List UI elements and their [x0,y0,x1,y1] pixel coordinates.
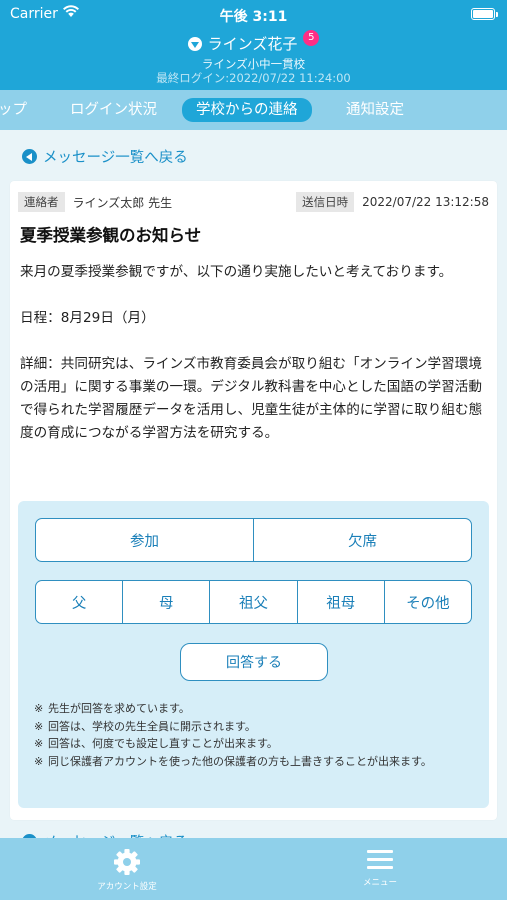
message-paragraph: 詳細：共同研究は、ラインズ市教育委員会が取り組む「オンライン学習環境の活用」に関… [20,356,483,441]
tab-login-status[interactable]: ログイン状況 [70,99,157,121]
back-to-list-link[interactable]: メッセージ一覧へ戻る [22,146,188,167]
attendee-grandfather-option[interactable]: 祖父 [209,581,296,623]
last-login: 最終ログイン:2022/07/22 11:24:00 [156,71,351,85]
back-link-label: メッセージ一覧へ戻る [43,150,188,166]
app-header: Carrier 午後 3:11 ラインズ花子 5 ラインズ小中一貫校 最終ログイ… [0,0,507,90]
answer-notes: ※ 先生が回答を求めています。 ※ 回答は、学校の先生全員に開示されます。 ※ 回答は… [34,700,479,770]
sent-info: 送信日時 2022/07/22 13:12:58 [296,192,489,212]
message-card: 連絡者 ラインズ太郎 先生 送信日時 2022/07/22 13:12:58 夏… [10,181,497,820]
message-paragraph: 日程：8月29日（月） [20,310,155,326]
status-bar: Carrier 午後 3:11 [0,0,507,28]
clock: 午後 3:11 [219,9,288,25]
attendee-grandmother-option[interactable]: 祖母 [296,581,384,623]
message-body: 来月の夏季授業参観ですが、以下の通り実施したいと考えております。 日程：8月29… [20,261,490,445]
note-item: ※ 先生が回答を求めています。 [34,702,190,715]
menu-label: メニュー [362,878,397,888]
account-settings-button[interactable]: アカウント設定 [57,848,197,892]
attendee-other-option[interactable]: その他 [383,581,471,623]
back-arrow-icon [22,149,37,164]
attendee-selector: 父 母 祖父 祖母 その他 [35,580,472,624]
tab-top[interactable]: ップ [0,99,27,121]
submit-answer-button[interactable]: 回答する [180,643,328,681]
notification-badge: 5 [303,29,320,46]
sent-datetime: 2022/07/22 13:12:58 [362,195,489,209]
attendance-selector: 参加 欠席 [35,518,472,562]
attendee-mother-option[interactable]: 母 [122,581,209,623]
attend-option[interactable]: 参加 [36,519,253,561]
user-switcher[interactable]: ラインズ花子 5 [0,29,507,54]
bottom-nav: アカウント設定 メニュー [0,838,507,900]
account-settings-label: アカウント設定 [97,882,157,892]
battery-icon [471,8,498,20]
attendee-father-option[interactable]: 父 [36,581,122,623]
tab-notification-settings[interactable]: 通知設定 [346,99,404,121]
note-item: ※ 回答は、学校の先生全員に開示されます。 [34,719,256,733]
note-item: ※ 同じ保護者アカウントを使った他の保護者の方も上書きすることが出来ます。 [34,754,432,768]
menu-button[interactable]: メニュー [310,848,450,888]
menu-icon [367,850,393,870]
sender-name: ラインズ太郎 先生 [72,195,173,210]
tab-school-messages[interactable]: 学校からの連絡 [182,98,312,122]
answer-panel: 参加 欠席 父 母 祖父 祖母 その他 回答する ※ 先生が回答を求めています。 … [18,501,489,808]
chevron-down-icon [187,36,202,51]
sent-label: 送信日時 [296,192,355,212]
note-item: ※ 回答は、何度でも設定し直すことが出来ます。 [34,737,278,750]
user-name: ラインズ花子 [207,35,298,53]
gear-icon [114,849,140,875]
tab-bar: ップ ログイン状況 学校からの連絡 通知設定 [0,90,507,130]
message-paragraph: 来月の夏季授業参観ですが、以下の通り実施したいと考えております。 [20,264,453,280]
sender-label: 連絡者 [18,192,65,212]
absent-option[interactable]: 欠席 [253,519,471,561]
message-title: 夏季授業参観のお知らせ [20,226,202,245]
sender-info: 連絡者 ラインズ太郎 先生 [18,192,172,212]
